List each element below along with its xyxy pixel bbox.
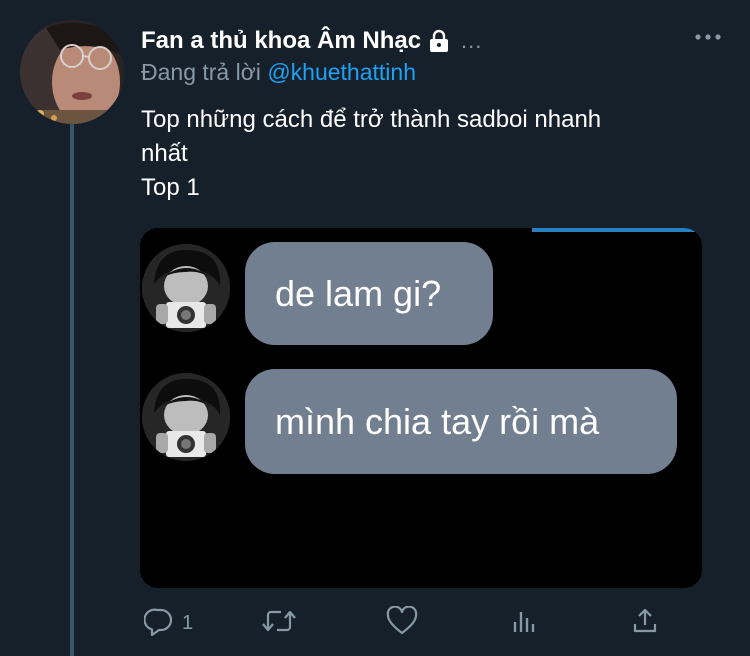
message-text: mình chia tay rồi mà bbox=[275, 400, 600, 442]
replying-to: Đang trả lời @khuethattinh bbox=[141, 59, 416, 86]
replying-handle-link[interactable]: @khuethattinh bbox=[267, 59, 416, 85]
reply-icon bbox=[143, 606, 174, 641]
message-text: de lam gi? bbox=[275, 272, 442, 314]
lock-icon bbox=[427, 29, 451, 53]
share-button[interactable] bbox=[630, 603, 660, 643]
tweet-text-line: Top 1 bbox=[141, 174, 200, 201]
message-avatar bbox=[142, 244, 230, 332]
like-icon bbox=[386, 604, 418, 641]
reply-button[interactable]: 1 bbox=[143, 603, 194, 643]
name-overflow: ... bbox=[461, 28, 483, 53]
more-horizontal-icon[interactable] bbox=[694, 30, 722, 48]
replying-prefix: Đang trả lời bbox=[141, 59, 261, 85]
tweet-text: Top những cách để trở thành sadboi nhanh… bbox=[141, 103, 721, 205]
message-bubble: de lam gi? bbox=[245, 242, 493, 345]
media-image[interactable]: de lam gi? mình chia tay rồi mà bbox=[140, 228, 702, 588]
share-icon bbox=[630, 606, 660, 641]
message-bubble: mình chia tay rồi mà bbox=[245, 369, 677, 474]
media-topbar bbox=[532, 228, 702, 232]
thread-line bbox=[70, 124, 74, 656]
action-bar: 1 bbox=[140, 603, 700, 643]
message-avatar bbox=[142, 373, 230, 461]
reply-count: 1 bbox=[182, 611, 194, 634]
tweet-header: Fan a thủ khoa Âm Nhạc ... bbox=[141, 26, 482, 56]
tweet-text-line: nhất bbox=[141, 140, 188, 167]
analytics-button[interactable] bbox=[510, 603, 540, 643]
like-button[interactable] bbox=[386, 603, 418, 643]
retweet-button[interactable] bbox=[260, 603, 298, 643]
avatar[interactable] bbox=[20, 20, 124, 124]
display-name[interactable]: Fan a thủ khoa Âm Nhạc bbox=[141, 27, 421, 55]
analytics-icon bbox=[510, 606, 540, 641]
retweet-icon bbox=[260, 606, 298, 641]
tweet: Fan a thủ khoa Âm Nhạc ... Đang trả lời … bbox=[0, 0, 750, 656]
tweet-text-line: Top những cách để trở thành sadboi nhanh bbox=[141, 106, 602, 133]
